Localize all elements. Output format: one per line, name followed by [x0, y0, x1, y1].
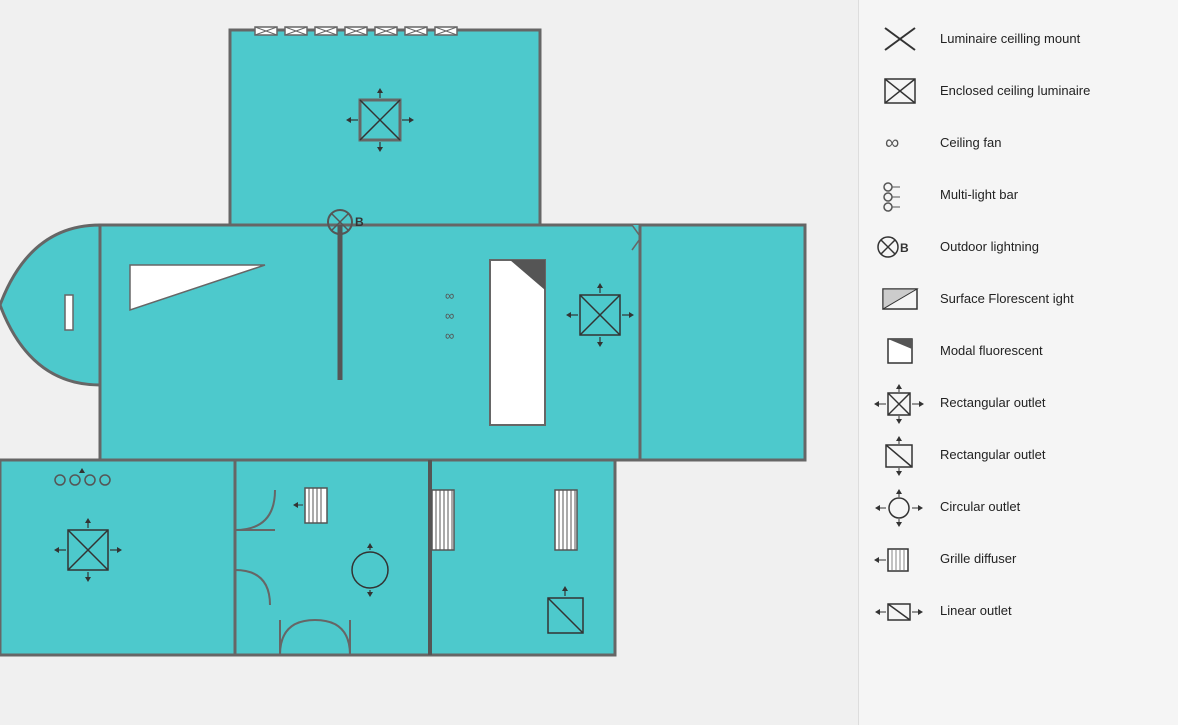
- svg-text:∞: ∞: [445, 288, 454, 303]
- legend-rectangular-outlet-2: Rectangular outlet: [874, 436, 1163, 474]
- svg-text:B: B: [355, 215, 364, 229]
- enclosed-ceiling-luminaire-icon: [874, 72, 926, 110]
- legend-luminaire-ceiling-mount: Luminaire ceilling mount: [874, 20, 1163, 58]
- outdoor-lightning-label: Outdoor lightning: [940, 239, 1039, 256]
- linear-outlet-label: Linear outlet: [940, 603, 1012, 620]
- linear-outlet-icon: [874, 592, 926, 630]
- svg-text:∞: ∞: [445, 308, 454, 323]
- svg-text:∞: ∞: [885, 132, 899, 154]
- ceiling-fan-label: Ceiling fan: [940, 135, 1001, 152]
- circular-outlet-icon: [874, 488, 926, 526]
- floor-plan-svg: .room-fill { fill: #4dc9cc; stroke: #666…: [0, 0, 820, 700]
- luminaire-ceiling-mount-label: Luminaire ceilling mount: [940, 31, 1080, 48]
- modal-fluorescent-icon: [874, 332, 926, 370]
- floor-plan-area: .room-fill { fill: #4dc9cc; stroke: #666…: [0, 0, 858, 725]
- rectangular-outlet-1-label: Rectangular outlet: [940, 395, 1046, 412]
- outdoor-lightning-icon: B: [874, 228, 926, 266]
- enclosed-ceiling-luminaire-label: Enclosed ceiling luminaire: [940, 83, 1090, 100]
- circular-outlet-label: Circular outlet: [940, 499, 1020, 516]
- rectangular-outlet-2-icon: [874, 436, 926, 474]
- legend-circular-outlet: Circular outlet: [874, 488, 1163, 526]
- surface-florescent-light-icon: [874, 280, 926, 318]
- legend-grille-diffuser: Grille diffuser: [874, 540, 1163, 578]
- legend-modal-fluorescent: Modal fluorescent: [874, 332, 1163, 370]
- rectangular-outlet-2-label: Rectangular outlet: [940, 447, 1046, 464]
- legend-panel: Luminaire ceilling mount Enclosed ceilin…: [858, 0, 1178, 725]
- rectangular-outlet-1-icon: [874, 384, 926, 422]
- modal-fluorescent-label: Modal fluorescent: [940, 343, 1043, 360]
- legend-multi-light-bar: Multi-light bar: [874, 176, 1163, 214]
- legend-ceiling-fan: ∞ Ceiling fan: [874, 124, 1163, 162]
- multi-light-bar-label: Multi-light bar: [940, 187, 1018, 204]
- legend-rectangular-outlet-1: Rectangular outlet: [874, 384, 1163, 422]
- grille-diffuser-icon: [874, 540, 926, 578]
- multi-light-bar-icon: [874, 176, 926, 214]
- legend-enclosed-ceiling-luminaire: Enclosed ceiling luminaire: [874, 72, 1163, 110]
- surface-florescent-light-label: Surface Florescent ight: [940, 291, 1074, 308]
- ceiling-fan-icon: ∞: [874, 124, 926, 162]
- svg-text:B: B: [900, 241, 909, 255]
- grille-diffuser-label: Grille diffuser: [940, 551, 1016, 568]
- luminaire-ceiling-mount-icon: [874, 20, 926, 58]
- legend-linear-outlet: Linear outlet: [874, 592, 1163, 630]
- svg-text:∞: ∞: [445, 328, 454, 343]
- legend-surface-florescent-light: Surface Florescent ight: [874, 280, 1163, 318]
- legend-outdoor-lightning: B Outdoor lightning: [874, 228, 1163, 266]
